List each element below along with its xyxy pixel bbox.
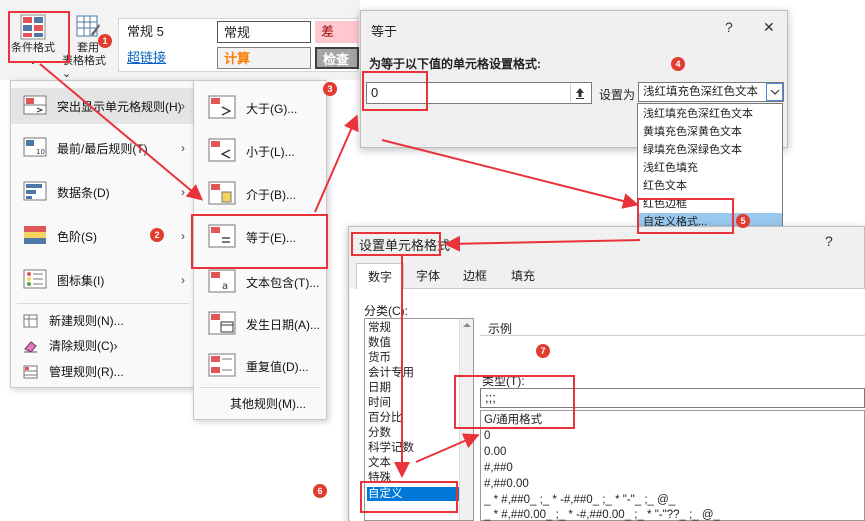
step-badge: 7 [536, 344, 550, 358]
step-badge: 1 [98, 34, 112, 48]
step-badge: 2 [150, 228, 164, 242]
step-badge: 6 [313, 484, 327, 498]
annotation-arrows [39, 63, 641, 478]
step-badge: 5 [736, 214, 750, 228]
step-badge: 4 [671, 57, 685, 71]
step-badge: 3 [323, 82, 337, 96]
